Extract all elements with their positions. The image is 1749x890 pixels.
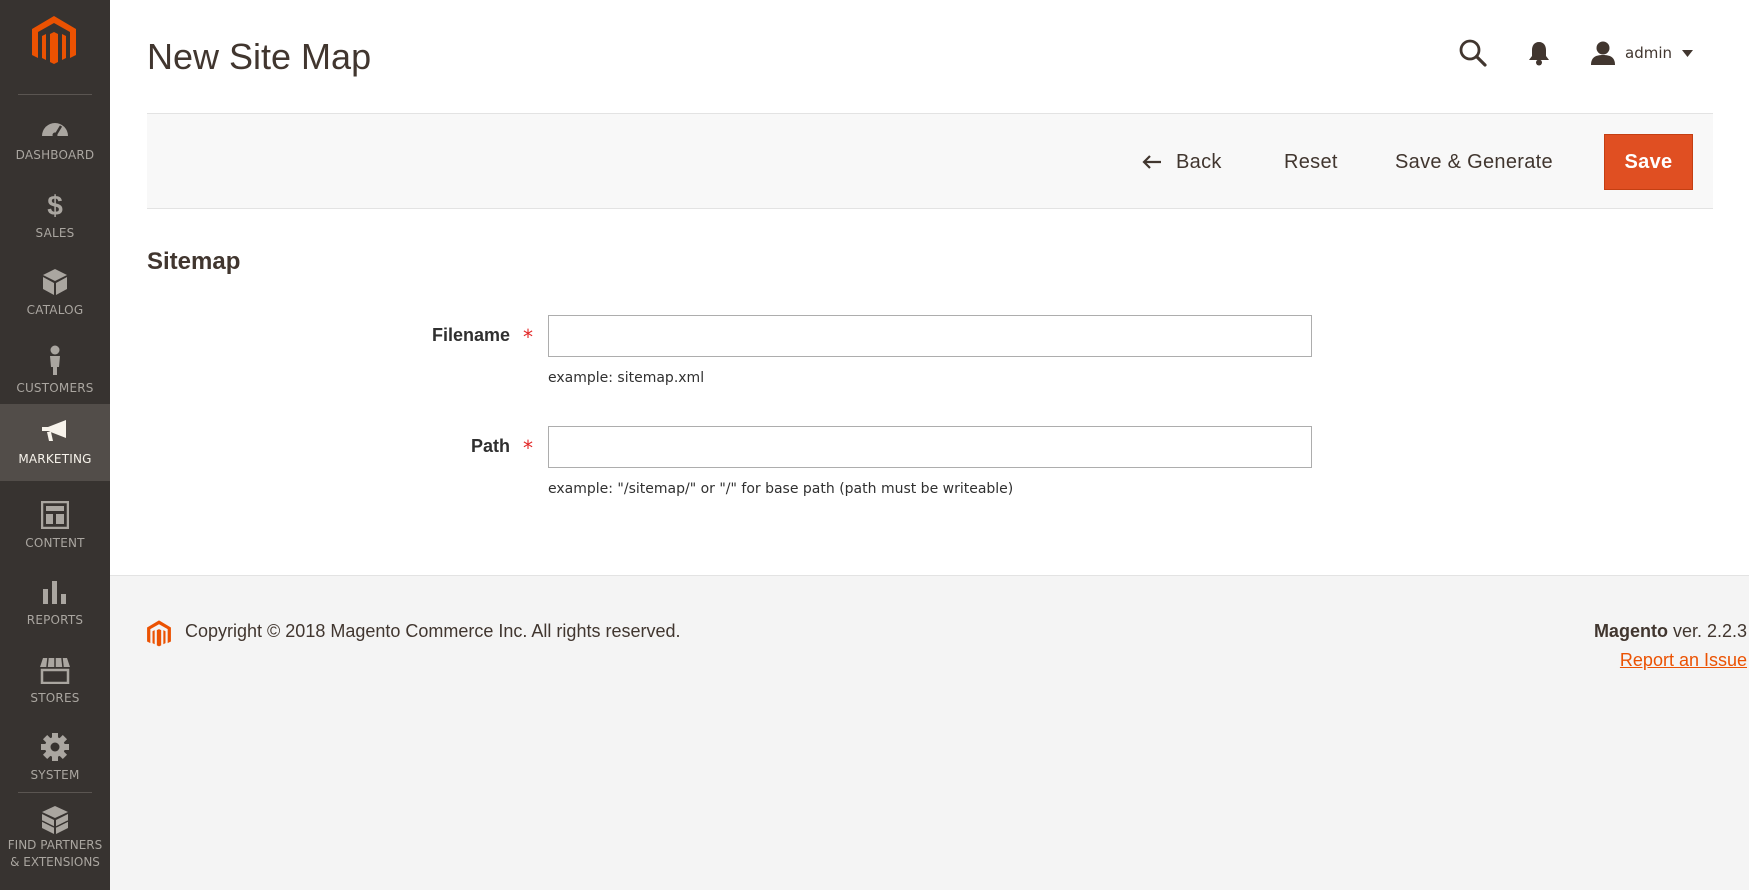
save-and-generate-button[interactable]: Save & Generate	[1395, 134, 1553, 190]
search-icon	[1459, 39, 1487, 67]
bell-icon	[1529, 42, 1549, 66]
chevron-down-icon	[1682, 49, 1693, 57]
sidebar-item-marketing[interactable]: MARKETING	[0, 404, 110, 481]
back-label: Back	[1176, 150, 1222, 173]
sidebar-item-label: SYSTEM	[30, 768, 80, 782]
sidebar-divider	[18, 94, 92, 95]
required-marker: *	[523, 325, 533, 349]
section-title: Sitemap	[147, 248, 241, 275]
box-icon	[0, 267, 110, 297]
save-button[interactable]: Save	[1604, 134, 1693, 190]
sidebar-item-label: DASHBOARD	[15, 148, 95, 162]
sidebar-item-stores[interactable]: STORES	[0, 643, 110, 720]
filename-note: example: sitemap.xml	[548, 370, 705, 386]
dashboard-icon	[0, 112, 110, 142]
arrow-left-icon	[1142, 155, 1161, 169]
page-footer: Copyright © 2018 Magento Commerce Inc. A…	[110, 575, 1749, 890]
magento-footer-logo	[147, 620, 171, 647]
filename-input[interactable]	[548, 315, 1312, 357]
path-input[interactable]	[548, 426, 1312, 468]
sidebar-item-partners[interactable]: FIND PARTNERS & EXTENSIONS	[0, 800, 110, 890]
person-icon	[0, 345, 110, 375]
sidebar-item-label: REPORTS	[26, 613, 84, 627]
sidebar-item-label: CATALOG	[26, 303, 84, 317]
svg-text:$: $	[47, 190, 63, 220]
copyright-text: Copyright © 2018 Magento Commerce Inc. A…	[185, 621, 681, 641]
sidebar-divider	[18, 792, 92, 793]
sidebar-item-dashboard[interactable]: DASHBOARD	[0, 100, 110, 177]
megaphone-icon	[0, 416, 110, 446]
admin-sidebar: DASHBOARD $ SALES CATALOG CUSTOMERS MARK…	[0, 0, 110, 890]
page-title: New Site Map	[147, 36, 372, 77]
path-note: example: "/sitemap/" or "/" for base pat…	[548, 481, 1014, 497]
back-button[interactable]: Back	[1142, 134, 1222, 190]
path-label: Path	[470, 436, 510, 456]
gear-icon	[0, 732, 110, 762]
sidebar-item-customers[interactable]: CUSTOMERS	[0, 333, 110, 410]
version-number: ver. 2.2.3	[1667, 621, 1747, 641]
sidebar-item-system[interactable]: SYSTEM	[0, 720, 110, 797]
brand-name: Magento	[1593, 621, 1668, 641]
sidebar-item-reports[interactable]: REPORTS	[0, 565, 110, 642]
user-name: admin	[1625, 44, 1672, 62]
reset-button[interactable]: Reset	[1284, 134, 1338, 190]
dollar-icon: $	[0, 190, 110, 220]
sidebar-item-sales[interactable]: $ SALES	[0, 178, 110, 255]
magento-logo[interactable]	[30, 16, 78, 68]
boxes-icon	[0, 804, 110, 836]
user-account-menu[interactable]: admin	[1590, 38, 1693, 68]
sidebar-item-catalog[interactable]: CATALOG	[0, 255, 110, 332]
sidebar-item-label: CUSTOMERS	[16, 381, 94, 395]
filename-label: Filename	[431, 325, 510, 345]
storefront-icon	[0, 655, 110, 685]
sidebar-item-content[interactable]: CONTENT	[0, 488, 110, 565]
partners-label-line2: & EXTENSIONS	[10, 855, 100, 869]
notifications-button[interactable]	[1528, 40, 1558, 70]
layout-icon	[0, 500, 110, 530]
sidebar-item-label: STORES	[30, 691, 80, 705]
main-content: New Site Map admin Back Reset Save & Gen…	[110, 0, 1749, 575]
partners-label-line1: FIND PARTNERS	[7, 838, 103, 852]
user-icon	[1591, 41, 1615, 65]
required-marker: *	[523, 436, 533, 460]
sidebar-item-label: CONTENT	[25, 536, 85, 550]
search-button[interactable]	[1458, 38, 1492, 72]
report-issue-link[interactable]: Report an Issue	[1620, 650, 1747, 671]
page-actions-toolbar: Back Reset Save & Generate Save	[147, 113, 1713, 209]
sidebar-item-label: SALES	[35, 226, 75, 240]
version-text: Magento ver. 2.2.3	[1594, 621, 1747, 642]
bar-chart-icon	[0, 577, 110, 607]
sidebar-item-label: MARKETING	[18, 452, 92, 466]
sidebar-item-label: FIND PARTNERS & EXTENSIONS	[0, 837, 110, 871]
